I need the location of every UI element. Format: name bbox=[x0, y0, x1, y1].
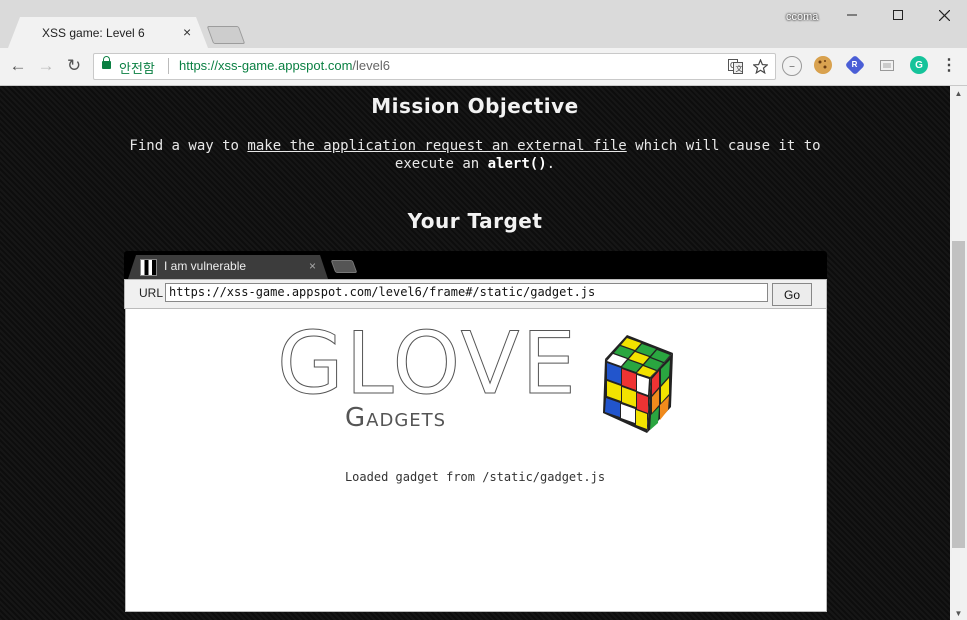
maximize-icon bbox=[893, 10, 903, 20]
scrollbar-thumb[interactable] bbox=[952, 241, 965, 548]
forward-arrow-icon: → bbox=[37, 56, 55, 75]
profile-name[interactable]: ccoma bbox=[786, 11, 818, 23]
url-text[interactable]: https://xss-game.appspot.com/level6 bbox=[179, 58, 390, 73]
window-close-button[interactable] bbox=[921, 0, 967, 30]
rubiks-cube-icon bbox=[603, 335, 673, 433]
gadget-status-message: Loaded gadget from /static/gadget.js bbox=[344, 470, 606, 484]
reload-button[interactable]: ↻ bbox=[63, 55, 85, 77]
mission-description: Find a way to make the application reque… bbox=[110, 137, 840, 173]
minimize-button[interactable] bbox=[829, 0, 875, 30]
menu-icon[interactable]: ⋮ bbox=[940, 56, 958, 74]
translate-icon[interactable]: G文 bbox=[726, 57, 744, 75]
close-icon bbox=[938, 9, 950, 21]
reload-icon: ↻ bbox=[66, 56, 82, 75]
maximize-button[interactable] bbox=[875, 0, 921, 30]
back-arrow-icon: ← bbox=[9, 56, 27, 75]
scroll-down-icon[interactable]: ▼ bbox=[950, 606, 967, 620]
frame-tab-title[interactable]: I am vulnerable bbox=[164, 259, 246, 273]
frame-url-input[interactable] bbox=[165, 283, 768, 302]
frame-favicon-icon bbox=[140, 259, 157, 276]
logo-subtitle: Gadgets bbox=[345, 403, 446, 433]
url-divider bbox=[168, 58, 169, 74]
secure-label[interactable]: 안전함 bbox=[119, 58, 155, 77]
minimize-icon bbox=[847, 14, 857, 16]
target-heading: Your Target bbox=[407, 209, 543, 233]
svg-text:文: 文 bbox=[735, 64, 742, 73]
back-button[interactable]: ← bbox=[7, 55, 29, 77]
mission-text-pre: Find a way to bbox=[129, 138, 248, 154]
url-path: /level6 bbox=[352, 58, 390, 73]
new-tab-button[interactable] bbox=[206, 26, 246, 44]
scroll-up-icon[interactable]: ▲ bbox=[950, 86, 967, 100]
address-bar[interactable]: 안전함 https://xss-game.appspot.com/level6 … bbox=[93, 53, 776, 80]
mission-text-end: . bbox=[546, 156, 556, 172]
cookie-icon[interactable] bbox=[814, 56, 832, 74]
glove-gadgets-logo: GLOVE Gadgets bbox=[277, 325, 673, 433]
minus-circle-icon[interactable]: – bbox=[782, 56, 802, 76]
lock-icon bbox=[102, 56, 111, 69]
browser-tab-title[interactable]: XSS game: Level 6 bbox=[42, 26, 145, 40]
logo-title: GLOVE bbox=[277, 325, 578, 414]
star-icon[interactable] bbox=[751, 57, 769, 75]
frame-new-tab-button[interactable] bbox=[330, 260, 358, 273]
mission-code: alert() bbox=[487, 156, 547, 172]
grammarly-icon[interactable]: G bbox=[910, 56, 928, 74]
mission-link[interactable]: make the application request an external… bbox=[247, 138, 626, 154]
frame-url-label: URL bbox=[139, 286, 164, 300]
forward-button[interactable]: → bbox=[35, 55, 57, 77]
tab-close-icon[interactable]: × bbox=[183, 24, 191, 40]
mission-heading: Mission Objective bbox=[371, 94, 579, 118]
go-button[interactable]: Go bbox=[772, 283, 812, 306]
frame-tab-close-icon[interactable]: × bbox=[309, 259, 316, 273]
url-host: https://xss-game.appspot.com bbox=[179, 58, 353, 73]
cast-icon[interactable] bbox=[878, 56, 896, 74]
